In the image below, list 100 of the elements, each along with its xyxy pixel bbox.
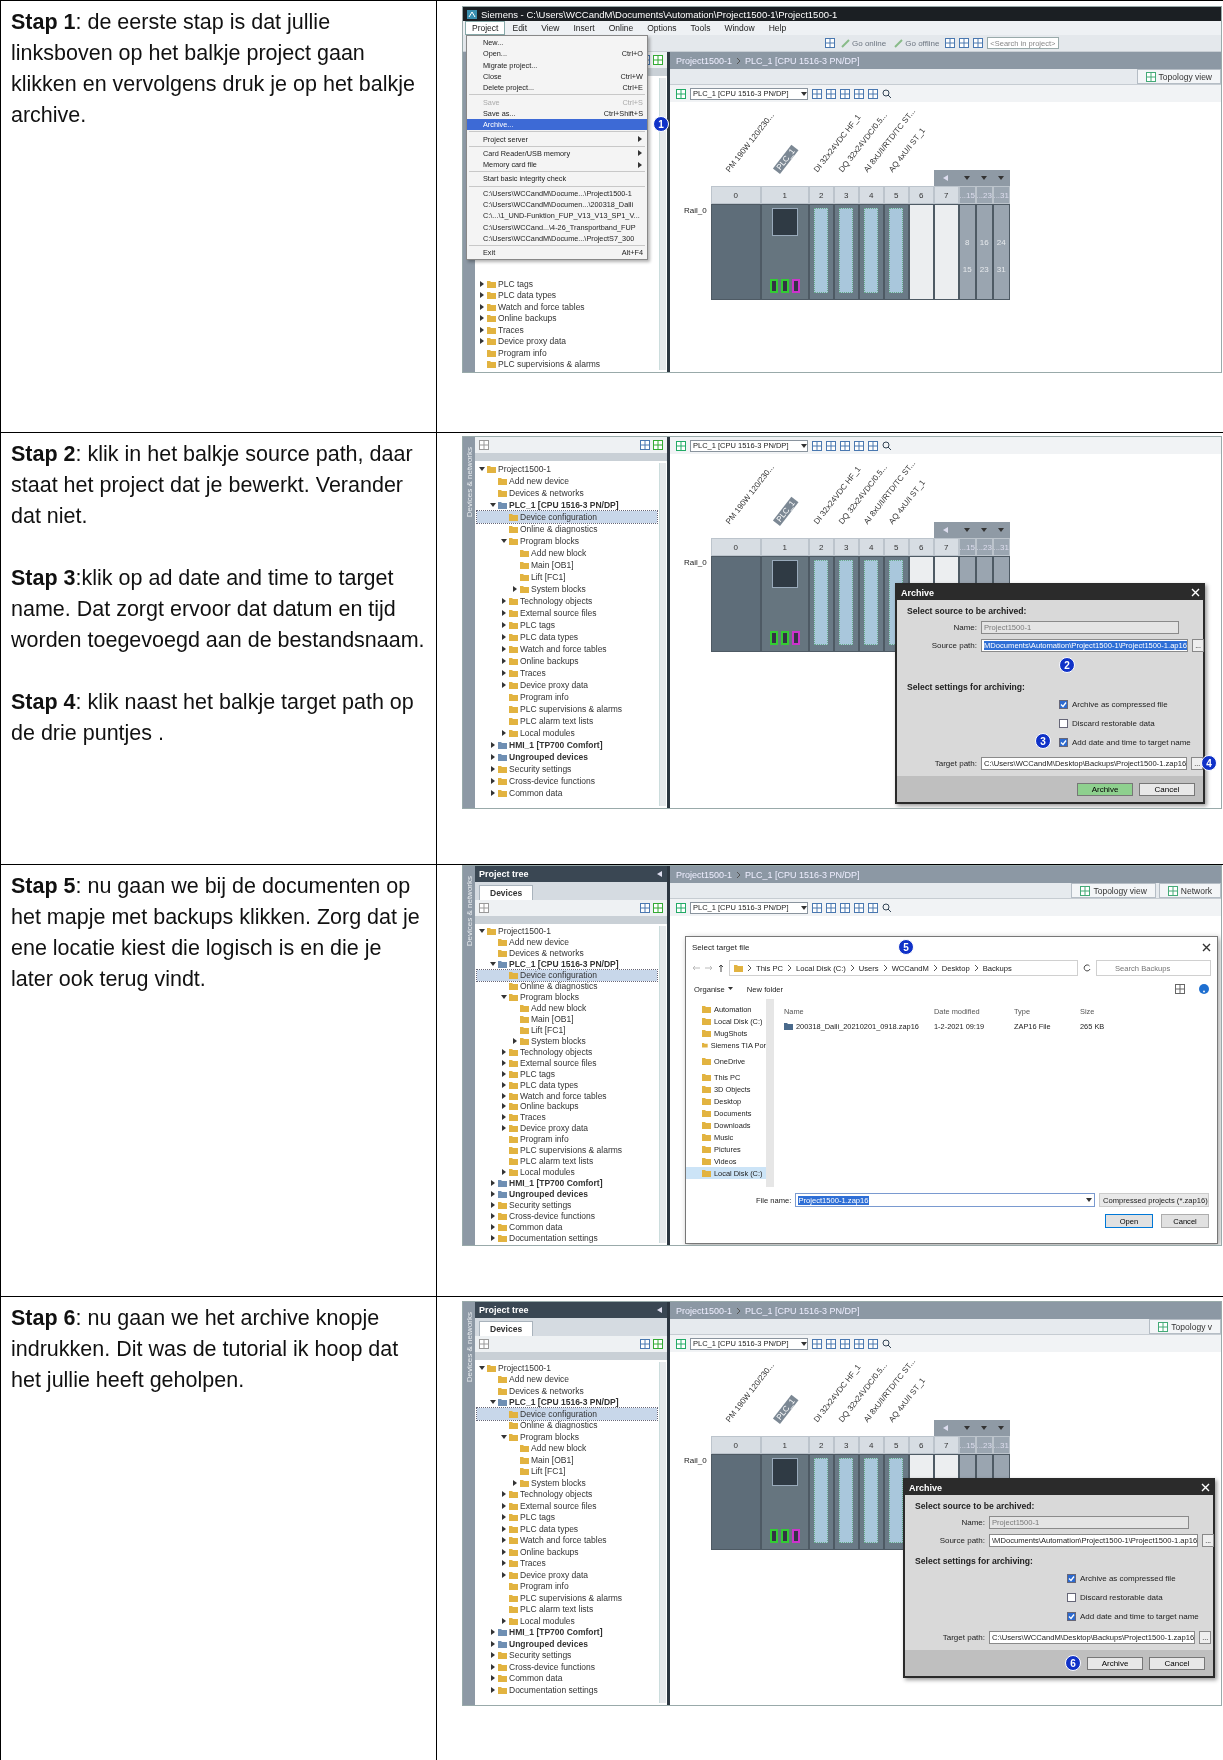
tree-item[interactable]: Ungrouped devices [477, 751, 657, 763]
scrollbar[interactable] [659, 926, 666, 1243]
tree-item[interactable]: Online & diagnostics [477, 523, 657, 535]
grid-icon[interactable] [812, 440, 822, 451]
caret-icon[interactable] [490, 790, 496, 796]
caret-icon[interactable] [501, 1103, 507, 1110]
tree-item[interactable]: PLC supervisions & alarms [477, 358, 657, 370]
view-tab[interactable]: Topology view [1136, 69, 1221, 84]
tree-item[interactable]: Program blocks [477, 1431, 657, 1443]
checkbox[interactable] [1059, 718, 1068, 728]
caret-icon[interactable] [501, 1169, 507, 1176]
tree-item[interactable]: PLC alarm text lists [477, 715, 657, 727]
tree-item[interactable]: Watch and force tables [477, 301, 657, 313]
triangle-down-icon[interactable] [964, 1425, 971, 1431]
collapse-button[interactable] [933, 170, 959, 186]
tree-item[interactable]: PLC alarm text lists [477, 1155, 657, 1167]
caret-icon[interactable] [490, 754, 496, 760]
tree-item[interactable]: Online & diagnostics [477, 980, 657, 992]
toolbar-button[interactable]: Go offline [892, 38, 942, 48]
triangle-down-icon[interactable] [981, 1425, 988, 1431]
toolbar-button[interactable]: Go online [839, 38, 889, 48]
scrollbar[interactable] [659, 463, 666, 806]
triangle-left-icon[interactable] [657, 871, 663, 877]
caret-icon[interactable] [501, 1092, 507, 1099]
tree-item[interactable]: PLC tags [477, 1511, 657, 1523]
checkbox[interactable] [1067, 1573, 1076, 1583]
menu-item[interactable]: Window [717, 21, 762, 35]
submenu-arrow-icon[interactable] [637, 136, 643, 142]
tree-item[interactable]: Lift [FC1] [477, 1465, 657, 1477]
caret-icon[interactable] [501, 1514, 507, 1521]
grid-icon[interactable] [1175, 984, 1185, 994]
triangle-down-icon[interactable] [998, 1425, 1005, 1431]
tree-item[interactable]: Technology objects [477, 1488, 657, 1500]
collapse-button[interactable] [933, 1420, 959, 1436]
triangle-down-icon[interactable] [981, 175, 988, 181]
tree-item[interactable]: Local modules [477, 727, 657, 739]
tree-item[interactable]: PLC tags [477, 619, 657, 631]
caret-icon[interactable] [501, 658, 507, 664]
tree-item[interactable]: PLC supervisions & alarms [477, 1144, 657, 1156]
tree-item[interactable]: PLC_1 [CPU 1516-3 PN/DP] [477, 499, 657, 511]
tree-item[interactable]: Add new block [477, 547, 657, 559]
dropdown-caret-icon[interactable] [801, 1340, 807, 1347]
tree-item[interactable]: Traces [477, 1557, 657, 1569]
caret-icon[interactable] [501, 646, 507, 652]
caret-icon[interactable] [479, 466, 485, 472]
grid-icon[interactable] [868, 902, 878, 913]
tree-item[interactable]: Online backups [477, 1546, 657, 1558]
grid-icon[interactable] [1080, 885, 1091, 896]
tree-item[interactable]: Devices & networks [477, 487, 657, 499]
refresh-icon[interactable] [1083, 964, 1091, 972]
tree-item[interactable]: Device proxy data [477, 335, 657, 347]
tree-item[interactable]: Add new device [477, 1373, 657, 1385]
triangle-down-icon[interactable] [998, 527, 1005, 533]
caret-icon[interactable] [479, 292, 485, 299]
caret-icon[interactable] [490, 1399, 496, 1406]
triangle-down-icon[interactable] [964, 175, 971, 181]
caret-icon[interactable] [512, 586, 518, 592]
tree-item[interactable]: Watch and force tables [477, 643, 657, 655]
dropdown-caret-icon[interactable] [801, 442, 807, 449]
caret-icon[interactable] [479, 315, 485, 322]
caret-icon[interactable] [501, 670, 507, 676]
tree-item[interactable]: System blocks [477, 1477, 657, 1489]
tree-item[interactable]: Lift [FC1] [477, 1024, 657, 1036]
tab[interactable]: Devices [479, 885, 534, 900]
tree-item[interactable]: Technology objects [477, 1046, 657, 1058]
triangle-down-icon[interactable] [981, 527, 988, 533]
tree-item[interactable]: Local modules [477, 1615, 657, 1627]
grid-icon[interactable] [653, 55, 663, 65]
tree-item[interactable]: Main [OB1] [477, 1454, 657, 1466]
grid-icon[interactable] [676, 902, 686, 913]
tree-item[interactable]: Online & diagnostics [477, 1419, 657, 1431]
tree-item[interactable]: PLC alarm text lists [477, 1603, 657, 1615]
tree-item[interactable]: System blocks [477, 583, 657, 595]
caret-icon[interactable] [479, 1364, 485, 1371]
tree-item[interactable]: Ungrouped devices [477, 1638, 657, 1650]
menu-item[interactable]: Options [640, 21, 684, 35]
caret-icon[interactable] [479, 338, 485, 345]
grid-icon[interactable] [1145, 71, 1156, 82]
triangle-down-icon[interactable] [964, 527, 971, 533]
grid-icon[interactable] [840, 440, 850, 451]
tree-item[interactable]: Security settings [477, 1649, 657, 1661]
dialog-button[interactable]: Archive [1087, 1656, 1143, 1670]
tree-item[interactable]: Project1500-1 [477, 1362, 657, 1374]
caret-icon[interactable] [479, 280, 485, 287]
dialog-button[interactable]: Archive [1077, 782, 1133, 796]
dialog-button[interactable]: Cancel [1149, 1656, 1205, 1670]
tree-item[interactable]: Add new block [477, 1442, 657, 1454]
tree-item[interactable]: Add new device [477, 936, 657, 948]
tree-item[interactable]: Traces [477, 1111, 657, 1123]
tree-item[interactable]: PLC data types [477, 1079, 657, 1091]
grid-icon[interactable] [826, 1338, 836, 1349]
grid-icon[interactable] [479, 1339, 489, 1349]
view-tab[interactable]: Topology v [1149, 1319, 1221, 1334]
caret-icon[interactable] [501, 1571, 507, 1578]
tree-item[interactable]: Devices & networks [477, 947, 657, 959]
menu-item[interactable]: Tools [683, 21, 718, 35]
grid-icon[interactable] [868, 88, 878, 99]
grid-icon[interactable] [812, 1338, 822, 1349]
checkbox[interactable] [1067, 1611, 1076, 1621]
caret-icon[interactable] [501, 1502, 507, 1509]
